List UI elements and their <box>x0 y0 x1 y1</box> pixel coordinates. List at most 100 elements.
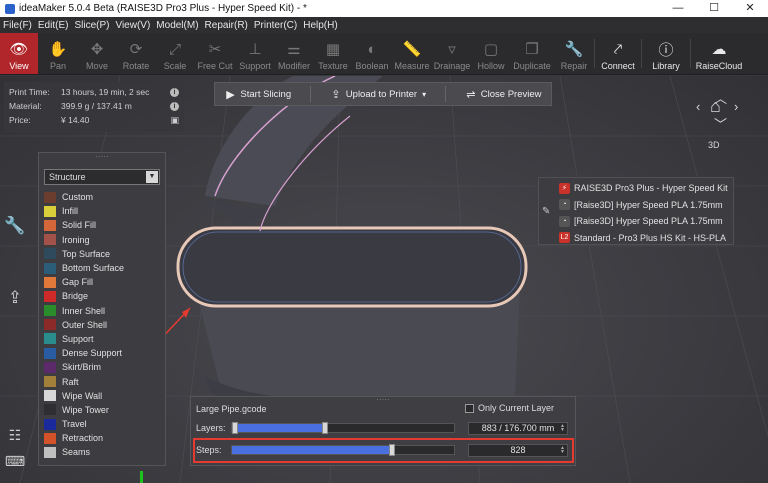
tool-label: Texture <box>318 61 348 71</box>
info-icon[interactable]: i <box>170 101 179 111</box>
profile-icon: L2 <box>559 232 570 244</box>
measure-icon: 📏 <box>402 41 422 58</box>
export-icon[interactable]: ⇪ <box>4 287 26 309</box>
menu-slice[interactable]: Slice(P) <box>74 20 109 31</box>
modifier-icon: ⚌ <box>287 41 301 58</box>
upload-icon: ⇪ <box>331 88 341 101</box>
print-time-row: Print Time: 13 hours, 19 min, 2 sec i <box>9 85 179 99</box>
save-icon[interactable]: ▣ <box>170 115 179 126</box>
edit-icon[interactable]: ✎ <box>542 206 550 217</box>
legend-item: Top Surface <box>44 247 165 261</box>
3d-view-icon[interactable]: 3D <box>708 140 720 150</box>
tool-raisecloud[interactable]: ☁ RaiseCloud <box>691 33 747 74</box>
tool-repair[interactable]: 🔧 Repair <box>554 33 594 74</box>
start-slicing-button[interactable]: ▶ Start Slicing <box>224 88 291 101</box>
info-icon[interactable]: i <box>170 87 179 97</box>
tool-rotate[interactable]: ⟳ Rotate <box>116 33 156 74</box>
layers-slider-handle[interactable] <box>322 422 328 434</box>
legend-item: Custom <box>44 190 165 204</box>
window-title: ideaMaker 5.0.4 Beta (RAISE3D Pro3 Plus … <box>19 3 307 14</box>
tool-boolean[interactable]: ◐ Boolean <box>352 33 392 74</box>
tool-label: Hollow <box>477 61 505 71</box>
play-icon: ▶ <box>226 88 235 101</box>
menu-file[interactable]: File(F) <box>3 20 32 31</box>
tool-label: Boolean <box>355 61 389 71</box>
action-divider <box>444 86 446 102</box>
tool-free-cut[interactable]: ✂ Free Cut <box>194 33 236 74</box>
tool-measure[interactable]: 📏 Measure <box>392 33 432 74</box>
only-current-layer-toggle[interactable]: Only Current Layer <box>465 403 554 413</box>
printer-profile-item[interactable]: ◔ [Raise3D] Hyper Speed PLA 1.75mm <box>559 197 728 214</box>
tool-modifier[interactable]: ⚌ Modifier <box>274 33 314 74</box>
tool-label: Modifier <box>277 61 310 71</box>
legend-swatch <box>44 446 56 458</box>
chevron-right-icon[interactable]: › <box>734 99 738 114</box>
layers-slider-start-handle[interactable] <box>232 422 238 434</box>
keyboard-icon[interactable]: ⌨ <box>4 450 26 472</box>
panel-grip[interactable]: ····· <box>39 153 165 163</box>
maximize-button[interactable]: ☐ <box>696 0 732 17</box>
tool-hollow[interactable]: ▢ Hollow <box>472 33 510 74</box>
printer-profile-item[interactable]: ⚡ RAISE3D Pro3 Plus - Hyper Speed Kit <box>559 180 728 197</box>
tool-drainage[interactable]: ▿ Drainage <box>432 33 472 74</box>
legend-swatch <box>44 276 56 288</box>
scale-icon: ⤢ <box>168 40 181 58</box>
price-label: Price: <box>9 115 31 125</box>
legend-list: Custom Infill Solid Fill Ironing Top Surface… <box>39 190 165 460</box>
chevron-down-icon[interactable]: ﹀ <box>714 114 727 133</box>
tool-scale[interactable]: ⤢ Scale <box>156 33 194 74</box>
menu-view[interactable]: View(V) <box>115 20 150 31</box>
menu-help[interactable]: Help(H) <box>303 20 337 31</box>
legend-item: Gap Fill <box>44 275 165 289</box>
tool-support[interactable]: ⊥ Support <box>236 33 274 74</box>
printer-profile-label: [Raise3D] Hyper Speed PLA 1.75mm <box>574 199 723 210</box>
material-row: Material: 399.9 g / 137.41 m i <box>9 99 179 113</box>
menu-printer[interactable]: Printer(C) <box>254 20 297 31</box>
tool-label: Connect <box>601 61 635 71</box>
printer-profile-item[interactable]: L2 Standard - Pro3 Plus HS Kit - HS-PLA <box>559 230 728 247</box>
tool-move[interactable]: ✥ Move <box>78 33 116 74</box>
legend-item: Outer Shell <box>44 318 165 332</box>
legend-swatch <box>44 418 56 430</box>
menu-edit[interactable]: Edit(E) <box>38 20 69 31</box>
legend-item: Infill <box>44 204 165 218</box>
eye-icon: 👁 <box>9 41 29 58</box>
minimize-button[interactable]: — <box>660 0 696 17</box>
upload-to-printer-button[interactable]: ⇪ Upload to Printer ▾ <box>330 88 426 101</box>
menu-model[interactable]: Model(M) <box>156 20 198 31</box>
tool-label: Measure <box>394 61 430 71</box>
chevron-down-icon[interactable]: ▼ <box>146 171 158 183</box>
legend-item: Retraction <box>44 431 165 445</box>
view-navigation: ︿ ‹ ⌂ › ﹀ 3D <box>694 91 746 160</box>
printer-profile-item[interactable]: ◔ [Raise3D] Hyper Speed PLA 1.75mm <box>559 213 728 230</box>
legend-swatch <box>44 333 56 345</box>
tool-library[interactable]: ⓘ Library <box>642 33 690 74</box>
hollow-icon: ▢ <box>483 41 499 58</box>
gcode-file-name: Large Pipe.gcode <box>196 404 267 414</box>
close-button[interactable]: ✕ <box>732 0 768 17</box>
tool-view[interactable]: 👁 View <box>0 33 38 74</box>
task-list-icon[interactable]: ☷ <box>4 424 26 446</box>
tool-label: Move <box>85 61 108 71</box>
only-current-layer-checkbox[interactable] <box>465 403 474 413</box>
only-current-layer-label: Only Current Layer <box>478 403 555 413</box>
chevron-down-icon[interactable]: ▾ <box>422 90 426 99</box>
chevron-left-icon[interactable]: ‹ <box>696 99 700 114</box>
tool-texture[interactable]: ▦ Texture <box>314 33 352 74</box>
legend-label: Gap Fill <box>62 277 94 288</box>
close-preview-button[interactable]: ⇌ Close Preview <box>465 88 541 101</box>
tool-connect[interactable]: ⤤ Connect <box>595 33 641 74</box>
menu-repair[interactable]: Repair(R) <box>205 20 248 31</box>
tool-duplicate[interactable]: ❐ Duplicate <box>510 33 554 74</box>
legend-label: Outer Shell <box>62 319 108 330</box>
spinner-arrows-icon[interactable]: ▲ ▼ <box>559 423 566 433</box>
legend-type-select[interactable]: Structure ▼ <box>44 169 160 185</box>
structure-legend-panel: ····· Structure ▼ Custom Infill Solid Fill… <box>38 152 166 466</box>
wrench-icon[interactable]: 🔧 <box>4 215 26 237</box>
legend-swatch <box>44 262 56 274</box>
layers-value-box[interactable]: 883 / 176.700 mm ▲ ▼ <box>468 421 568 435</box>
layers-slider[interactable] <box>231 422 455 434</box>
printer-profile-panel: ✎ ⚡ RAISE3D Pro3 Plus - Hyper Speed Kit ◔ [… <box>538 177 734 245</box>
legend-swatch <box>44 347 56 359</box>
tool-pan[interactable]: ✋ Pan <box>38 33 78 74</box>
